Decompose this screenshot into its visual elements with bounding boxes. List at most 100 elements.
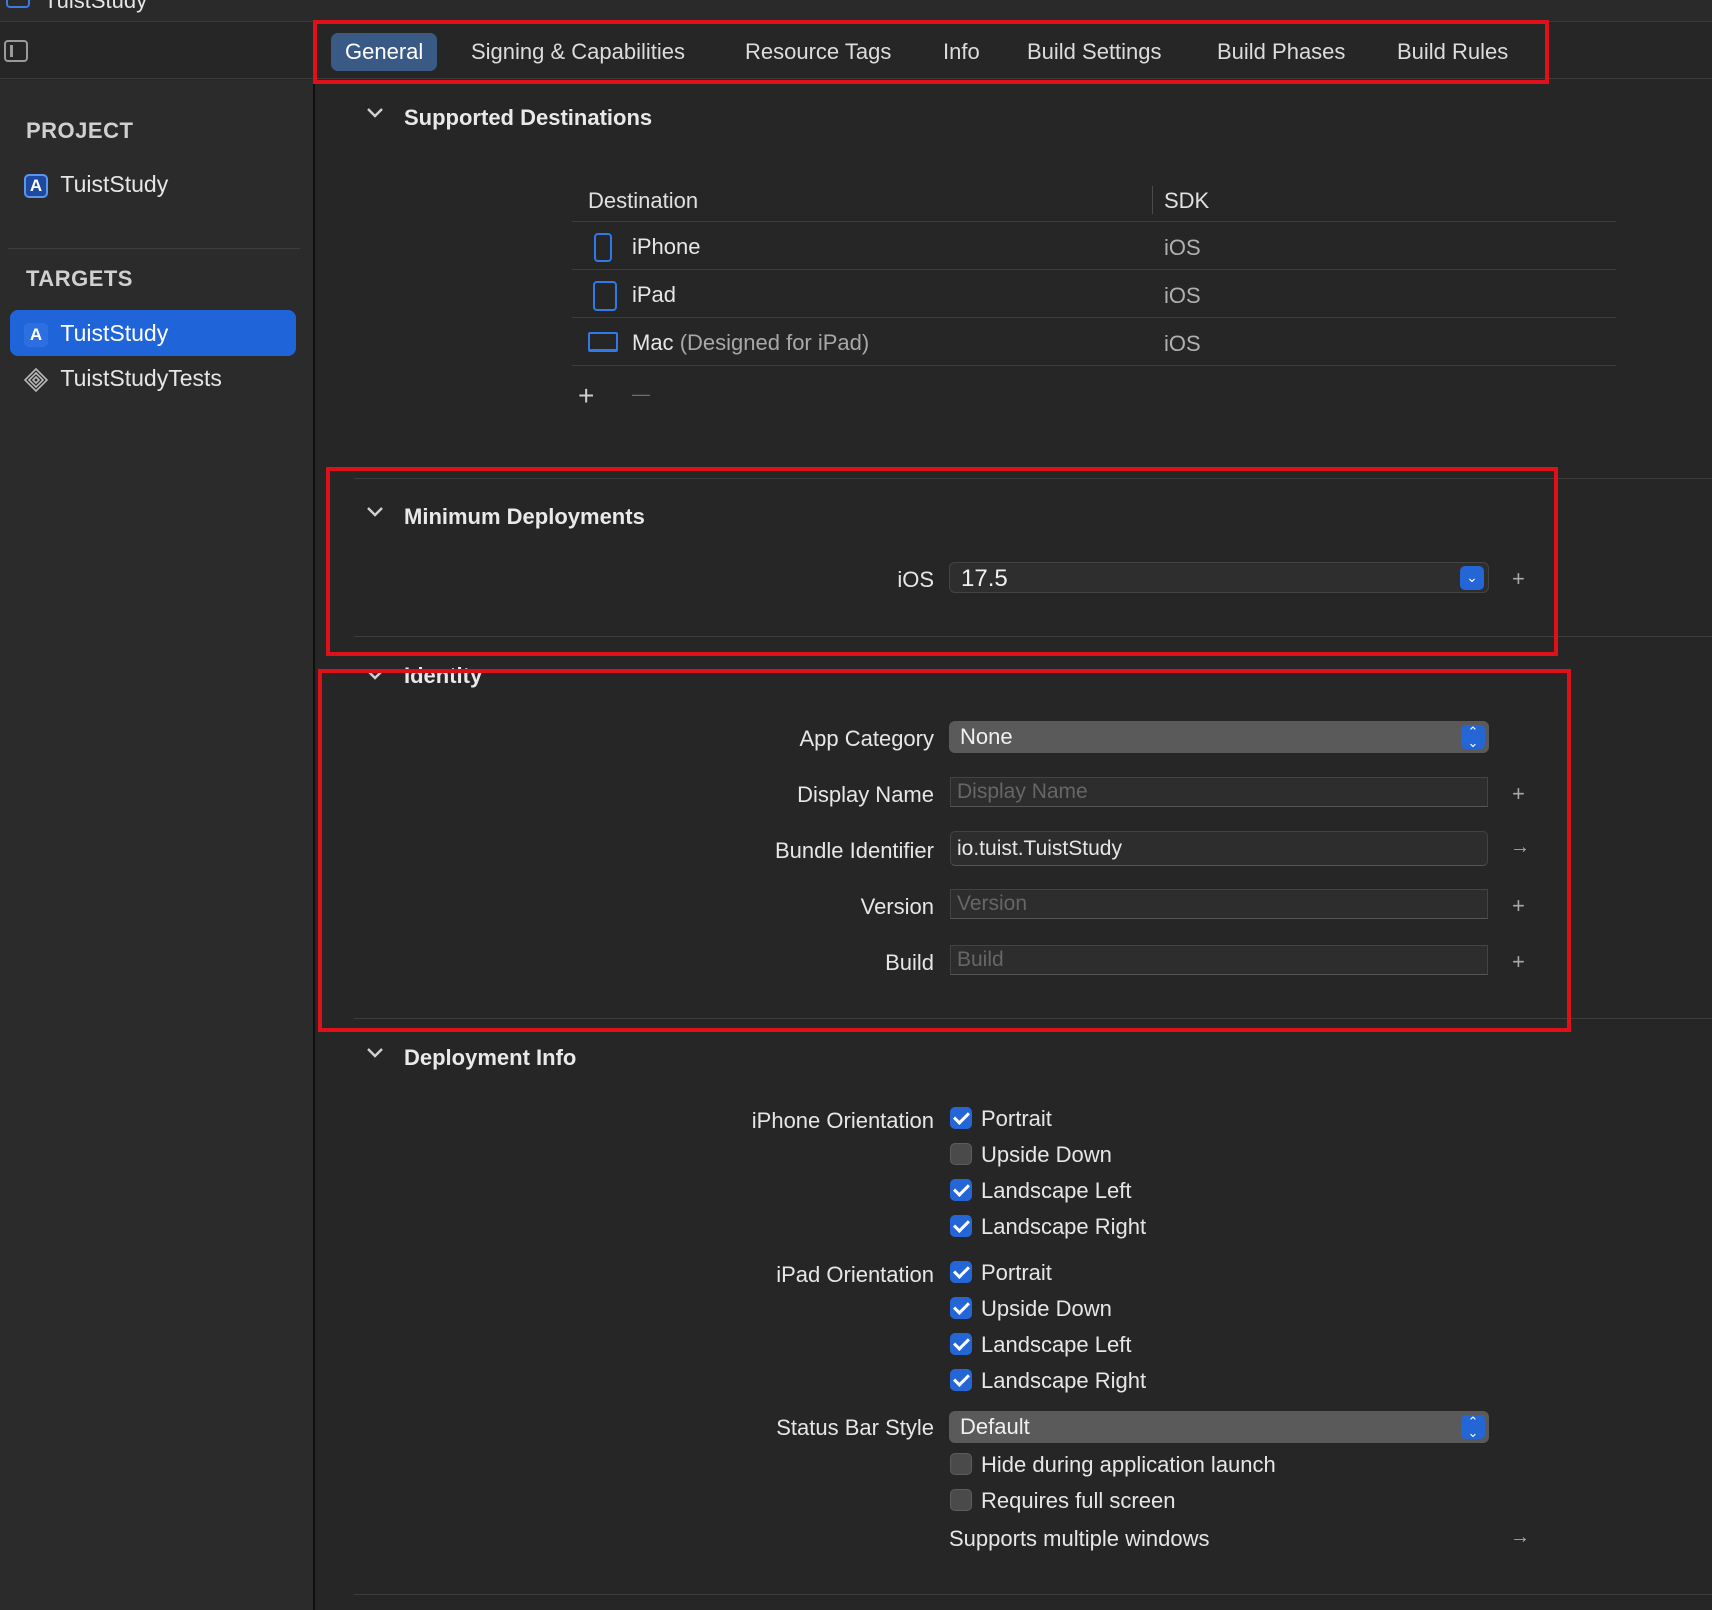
section-title-supported-destinations: Supported Destinations (404, 105, 653, 130)
iphone-landscape-left-checkbox[interactable]: Landscape Left (950, 1176, 1131, 1206)
add-version-button[interactable]: + (1512, 893, 1525, 919)
project-icon (6, 0, 30, 8)
column-header-sdk[interactable]: SDK (1164, 188, 1209, 214)
ipad-landscape-right-checkbox[interactable]: Landscape Right (950, 1366, 1146, 1396)
checkbox-checked-icon (950, 1333, 972, 1355)
checkbox-checked-icon (950, 1297, 972, 1319)
ios-deployment-value: 17.5 (961, 565, 1008, 592)
app-category-value: None (960, 724, 1013, 749)
arrow-right-icon[interactable]: → (1510, 836, 1530, 859)
column-separator (1152, 186, 1153, 214)
version-field[interactable] (950, 889, 1488, 919)
add-destination-button[interactable]: + (578, 380, 594, 412)
section-divider (354, 636, 1712, 637)
app-store-icon: A (24, 173, 48, 198)
section-title-deployment-info: Deployment Info (404, 1045, 577, 1070)
laptop-icon (588, 332, 618, 352)
ipad-icon (593, 281, 617, 311)
iphone-upside-down-checkbox[interactable]: Upside Down (950, 1140, 1112, 1170)
tab-resource-tags[interactable]: Resource Tags (731, 33, 905, 71)
checkbox-checked-icon (950, 1179, 972, 1201)
chevron-down-icon[interactable] (366, 668, 384, 687)
window-title: TuistStudy (44, 0, 148, 13)
window-title-strip: TuistStudy (0, 0, 1712, 22)
display-name-label: Display Name (797, 782, 934, 807)
checkbox-checked-icon (950, 1261, 972, 1283)
targets-header: TARGETS (26, 266, 133, 291)
chevron-down-icon[interactable] (366, 1046, 384, 1065)
build-field[interactable] (950, 945, 1488, 975)
app-category-popup[interactable]: None ⌃ ⌄ (949, 721, 1489, 753)
status-bar-style-popup[interactable]: Default ⌃ ⌄ (949, 1411, 1489, 1443)
table-row[interactable]: Mac (Designed for iPad) iOS (572, 318, 1616, 366)
chevron-updown-icon: ⌃ ⌄ (1461, 725, 1485, 749)
sdk-value: iOS (1164, 283, 1201, 308)
table-divider (572, 365, 1616, 366)
table-row[interactable]: iPhone iOS (572, 222, 1616, 270)
iphone-portrait-checkbox[interactable]: Portrait (950, 1104, 1052, 1134)
column-header-destination[interactable]: Destination (588, 188, 698, 214)
checkbox-unchecked-icon (950, 1489, 972, 1511)
status-bar-style-value: Default (960, 1414, 1030, 1439)
tab-signing-capabilities[interactable]: Signing & Capabilities (457, 33, 699, 71)
add-build-button[interactable]: + (1512, 949, 1525, 975)
section-title-minimum-deployments: Minimum Deployments (404, 504, 645, 529)
chevron-updown-icon: ⌃ ⌄ (1461, 1415, 1485, 1439)
checkbox-checked-icon (950, 1369, 972, 1391)
sdk-value: iOS (1164, 235, 1201, 260)
display-name-field[interactable] (950, 777, 1488, 807)
section-divider (354, 478, 1712, 479)
sidebar-item-label: TuistStudy (60, 171, 169, 197)
app-store-icon: A (24, 322, 48, 347)
test-diamond-icon (24, 367, 48, 392)
hide-during-launch-checkbox[interactable]: Hide during application launch (950, 1450, 1276, 1480)
project-header: PROJECT (26, 118, 134, 143)
ios-deployment-label: iOS (897, 567, 934, 592)
iphone-icon (594, 233, 612, 262)
supports-multiple-windows-row[interactable]: Supports multiple windows (949, 1524, 1209, 1554)
sidebar-item-target-tuiststudy[interactable]: A TuistStudy (10, 310, 296, 356)
destination-name: Mac (Designed for iPad) (632, 330, 870, 355)
chevron-down-icon[interactable]: ⌄ (1460, 566, 1484, 590)
requires-full-screen-checkbox[interactable]: Requires full screen (950, 1486, 1175, 1516)
tab-build-rules[interactable]: Build Rules (1383, 33, 1522, 71)
chevron-down-icon[interactable] (366, 505, 384, 524)
tab-info[interactable]: Info (929, 33, 994, 71)
sidebar-divider (8, 248, 300, 249)
add-display-name-button[interactable]: + (1512, 781, 1525, 807)
ipad-upside-down-checkbox[interactable]: Upside Down (950, 1294, 1112, 1324)
iphone-landscape-right-checkbox[interactable]: Landscape Right (950, 1212, 1146, 1242)
checkbox-unchecked-icon (950, 1143, 972, 1165)
section-divider (354, 1018, 1712, 1019)
destination-name: iPhone (632, 234, 701, 259)
sidebar-toggle-icon[interactable] (4, 40, 28, 62)
sdk-value: iOS (1164, 331, 1201, 356)
version-label: Version (860, 894, 934, 919)
build-label: Build (885, 950, 934, 975)
chevron-down-icon[interactable] (366, 106, 384, 125)
tab-general[interactable]: General (331, 33, 438, 71)
bundle-identifier-label: Bundle Identifier (775, 838, 934, 863)
ipad-landscape-left-checkbox[interactable]: Landscape Left (950, 1330, 1131, 1360)
arrow-right-icon[interactable]: → (1510, 1526, 1530, 1549)
add-deployment-button[interactable]: + (1512, 566, 1525, 592)
tab-build-phases[interactable]: Build Phases (1203, 33, 1359, 71)
tab-build-settings[interactable]: Build Settings (1013, 33, 1176, 71)
table-row[interactable]: iPad iOS (572, 270, 1616, 318)
ipad-orientation-label: iPad Orientation (776, 1262, 934, 1287)
checkbox-unchecked-icon (950, 1453, 972, 1475)
section-divider (354, 1594, 1712, 1595)
ios-deployment-combo[interactable]: 17.5 ⌄ (949, 562, 1489, 593)
remove-destination-button[interactable]: — (632, 384, 650, 405)
ipad-portrait-checkbox[interactable]: Portrait (950, 1258, 1052, 1288)
sidebar-item-label: TuistStudy (60, 320, 169, 346)
sidebar-item-project[interactable]: A TuistStudy (24, 161, 294, 207)
section-title-identity: Identity (404, 663, 483, 688)
sidebar-item-target-tests[interactable]: TuistStudyTests (24, 355, 294, 401)
sidebar-item-label: TuistStudyTests (60, 365, 222, 391)
iphone-orientation-label: iPhone Orientation (751, 1108, 934, 1133)
bundle-identifier-field[interactable] (950, 831, 1488, 866)
app-category-label: App Category (799, 726, 934, 751)
status-bar-style-label: Status Bar Style (776, 1415, 934, 1440)
destination-name: iPad (632, 282, 677, 307)
